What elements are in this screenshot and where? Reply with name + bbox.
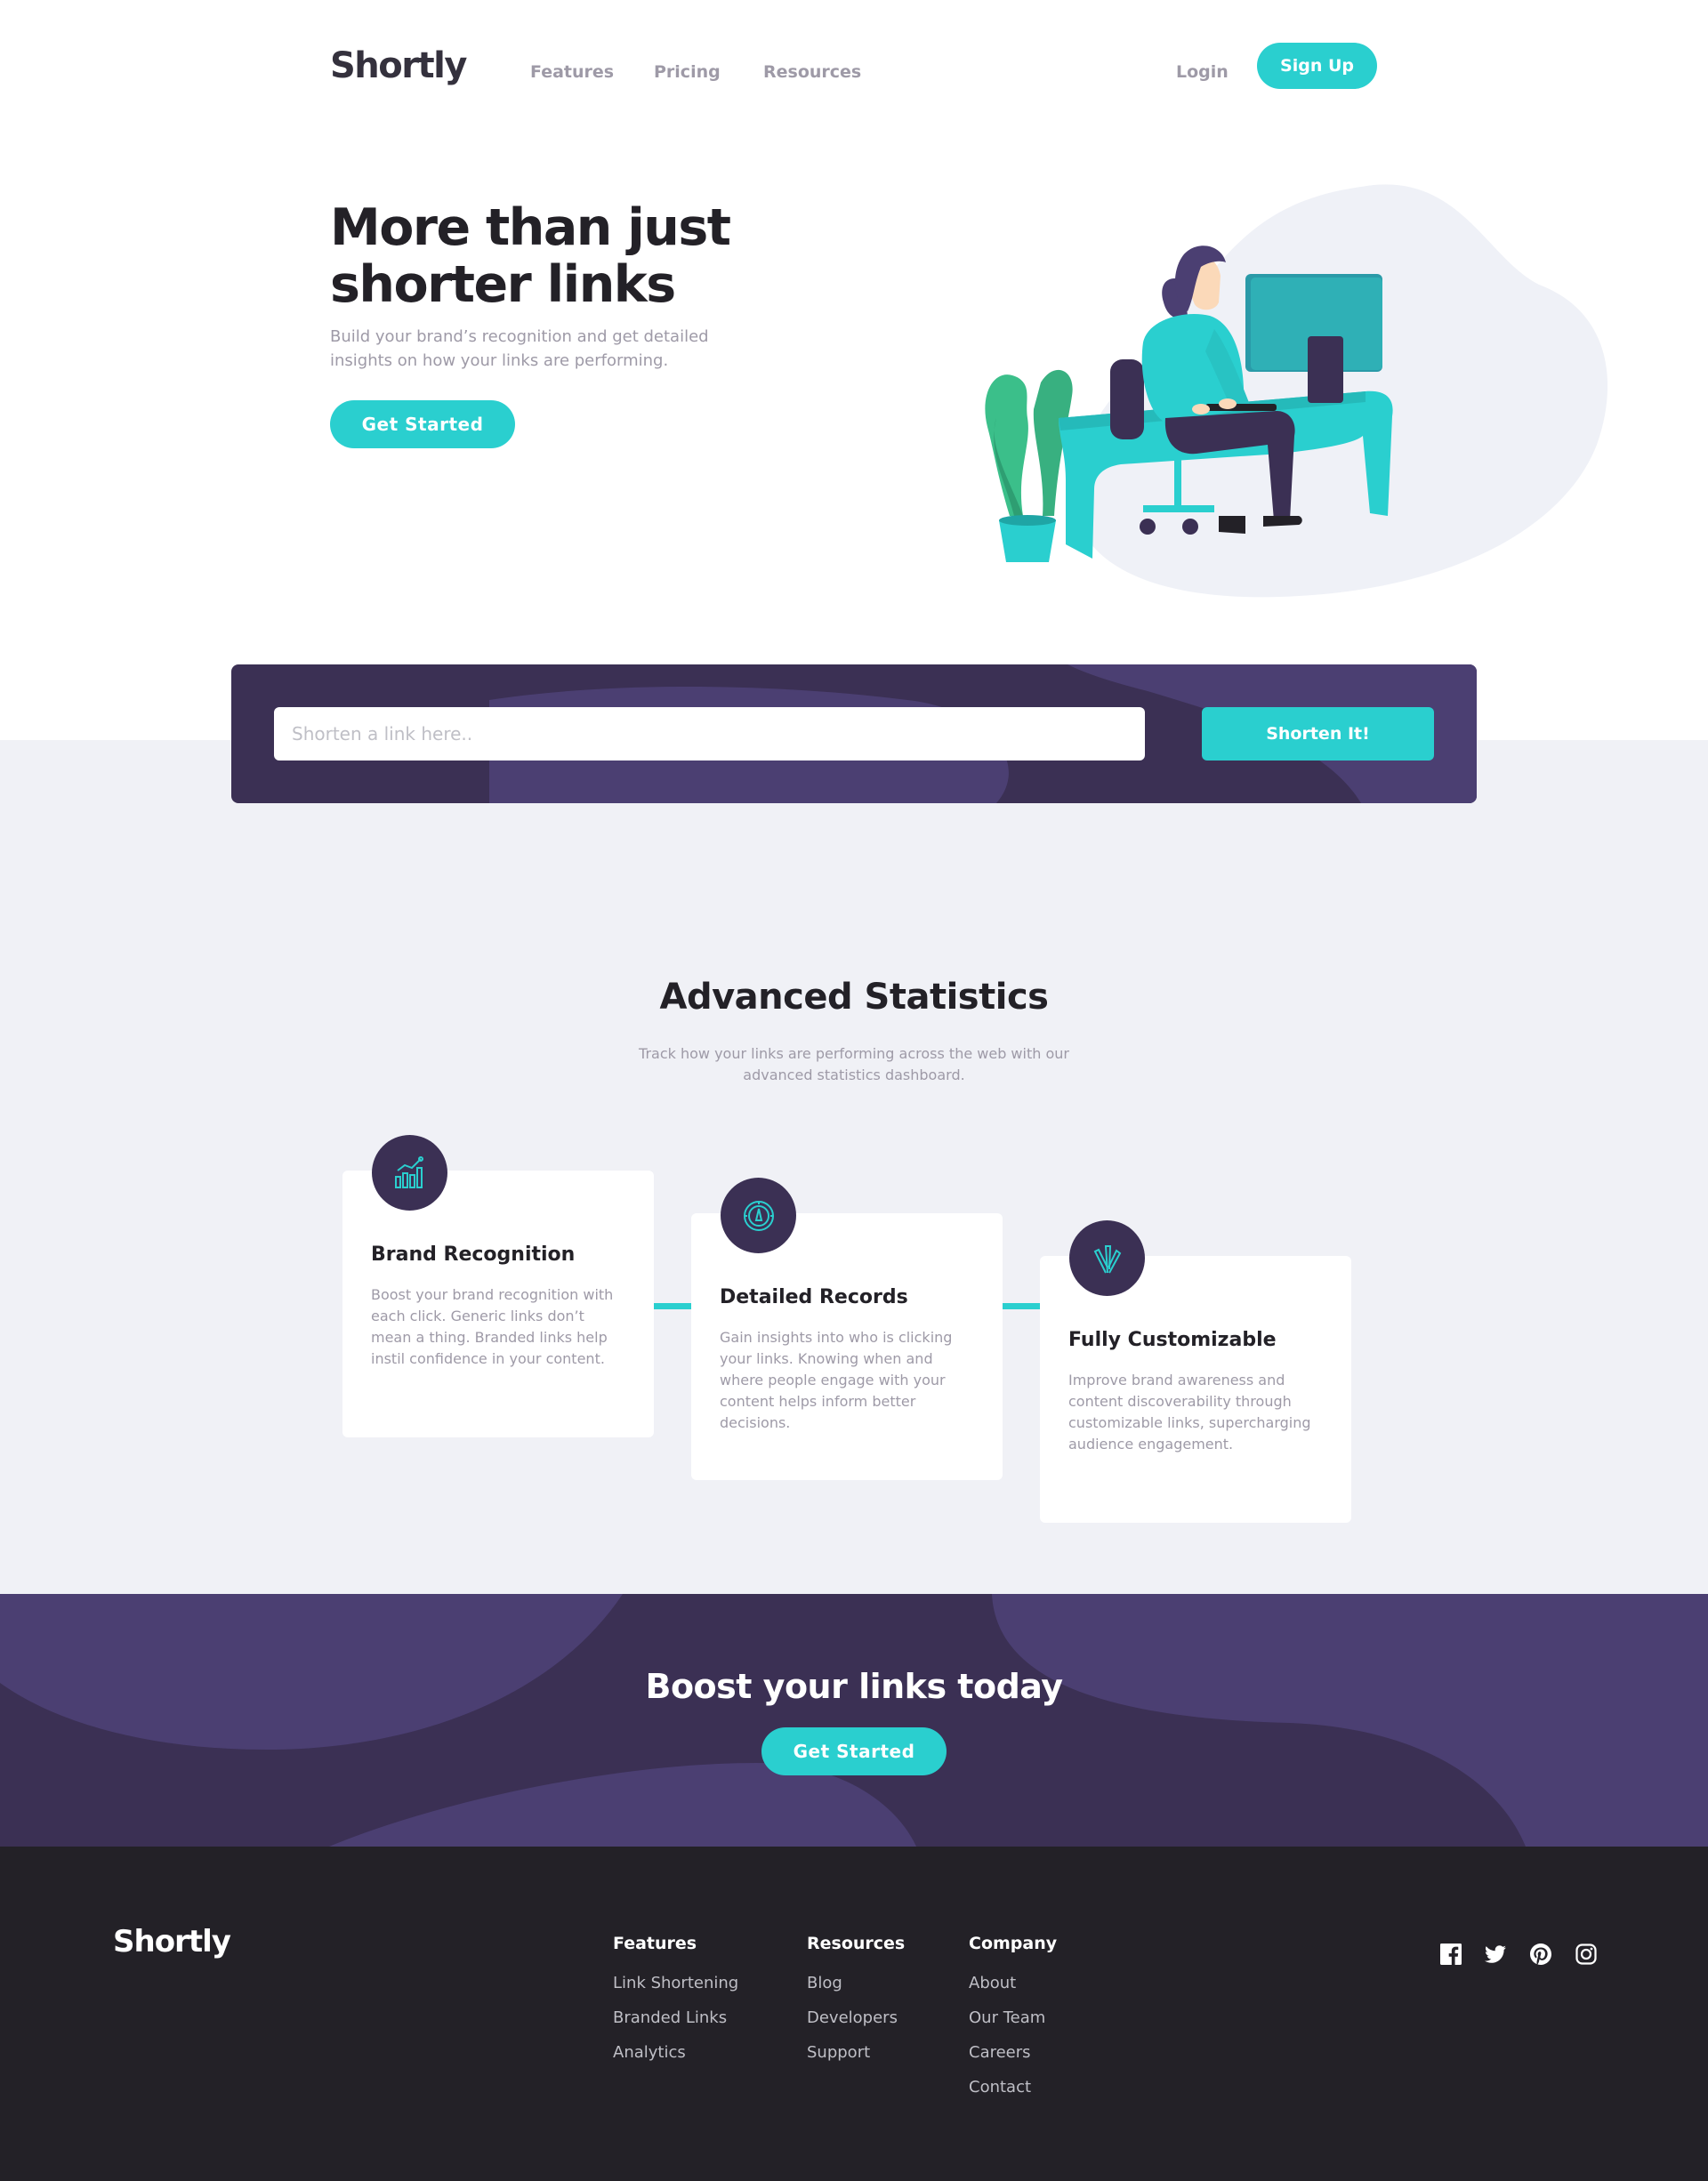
card-connector	[1003, 1303, 1040, 1309]
footer-link[interactable]: Blog	[807, 1966, 905, 2000]
boost-title: Boost your links today	[645, 1667, 1063, 1706]
footer-link[interactable]: Support	[807, 2035, 905, 2070]
login-link[interactable]: Login	[1176, 62, 1229, 82]
footer-logo[interactable]: Shortly	[113, 1924, 231, 1960]
feature-card-title: Detailed Records	[720, 1286, 908, 1308]
footer-heading: Resources	[807, 1934, 906, 1953]
footer-link[interactable]: Careers	[969, 2035, 1057, 2070]
boost-background-shape	[0, 1594, 1708, 1847]
gauge-icon	[721, 1178, 796, 1253]
shorten-it-button[interactable]: Shorten It!	[1202, 707, 1434, 761]
shorten-link-input[interactable]	[274, 707, 1145, 761]
brand-logo[interactable]: Shortly	[330, 45, 467, 86]
card-connector	[654, 1303, 691, 1309]
footer-column-resources: Resources Blog Developers Support	[807, 1934, 905, 2070]
footer-link[interactable]: Our Team	[969, 2000, 1057, 2035]
statistics-subtitle: Track how your links are performing acro…	[639, 1045, 1069, 1083]
footer-link[interactable]: Analytics	[613, 2035, 738, 2070]
feature-card-text: Boost your brand recognition with each c…	[371, 1286, 614, 1367]
footer-link[interactable]: Contact	[969, 2070, 1057, 2105]
feature-card: Detailed Records Gain insights into who …	[691, 1178, 1003, 1480]
plant-illustration	[985, 369, 1073, 562]
hero-subtitle: Build your brand’s recognition and get d…	[330, 327, 709, 370]
footer-link[interactable]: Link Shortening	[613, 1966, 738, 2000]
footer-heading: Company	[969, 1934, 1058, 1953]
feature-card-title: Fully Customizable	[1068, 1329, 1277, 1351]
boost-section: Boost your links today Get Started	[0, 1594, 1708, 1847]
twitter-icon[interactable]	[1482, 1941, 1509, 1968]
nav-link-resources[interactable]: Resources	[763, 62, 861, 82]
feature-card-title: Brand Recognition	[371, 1243, 576, 1266]
person-working-illustration	[985, 184, 1608, 598]
footer-column-features: Features Link Shortening Branded Links A…	[613, 1934, 738, 2070]
instagram-icon[interactable]	[1573, 1941, 1599, 1968]
hero-title: More than just shorter links	[330, 198, 731, 314]
statistics-title: Advanced Statistics	[659, 977, 1049, 1018]
feature-card-text: Improve brand awareness and content disc…	[1068, 1372, 1311, 1453]
chart-bars-icon	[372, 1135, 447, 1211]
brush-tools-icon	[1069, 1220, 1145, 1296]
site-header: Shortly Features Pricing Resources Login…	[0, 0, 1708, 125]
facebook-icon[interactable]	[1438, 1941, 1464, 1968]
nav-link-features[interactable]: Features	[530, 62, 614, 82]
footer-heading: Features	[613, 1934, 697, 1953]
site-footer: Shortly Features Link Shortening Branded…	[0, 1847, 1708, 2181]
nav-link-pricing[interactable]: Pricing	[654, 62, 721, 82]
feature-card-text: Gain insights into who is clicking your …	[720, 1329, 953, 1431]
feature-card: Brand Recognition Boost your brand recog…	[342, 1135, 654, 1437]
footer-link[interactable]: Developers	[807, 2000, 905, 2035]
hero-get-started-button[interactable]: Get Started	[330, 400, 515, 448]
shorten-form: Shorten It!	[231, 664, 1477, 803]
footer-column-company: Company About Our Team Careers Contact	[969, 1934, 1057, 2105]
boost-get-started-button[interactable]: Get Started	[761, 1727, 947, 1775]
footer-link[interactable]: About	[969, 1966, 1057, 2000]
pinterest-icon[interactable]	[1527, 1941, 1554, 1968]
footer-link[interactable]: Branded Links	[613, 2000, 738, 2035]
feature-card: Fully Customizable Improve brand awarene…	[1040, 1220, 1351, 1523]
signup-button[interactable]: Sign Up	[1257, 43, 1377, 89]
